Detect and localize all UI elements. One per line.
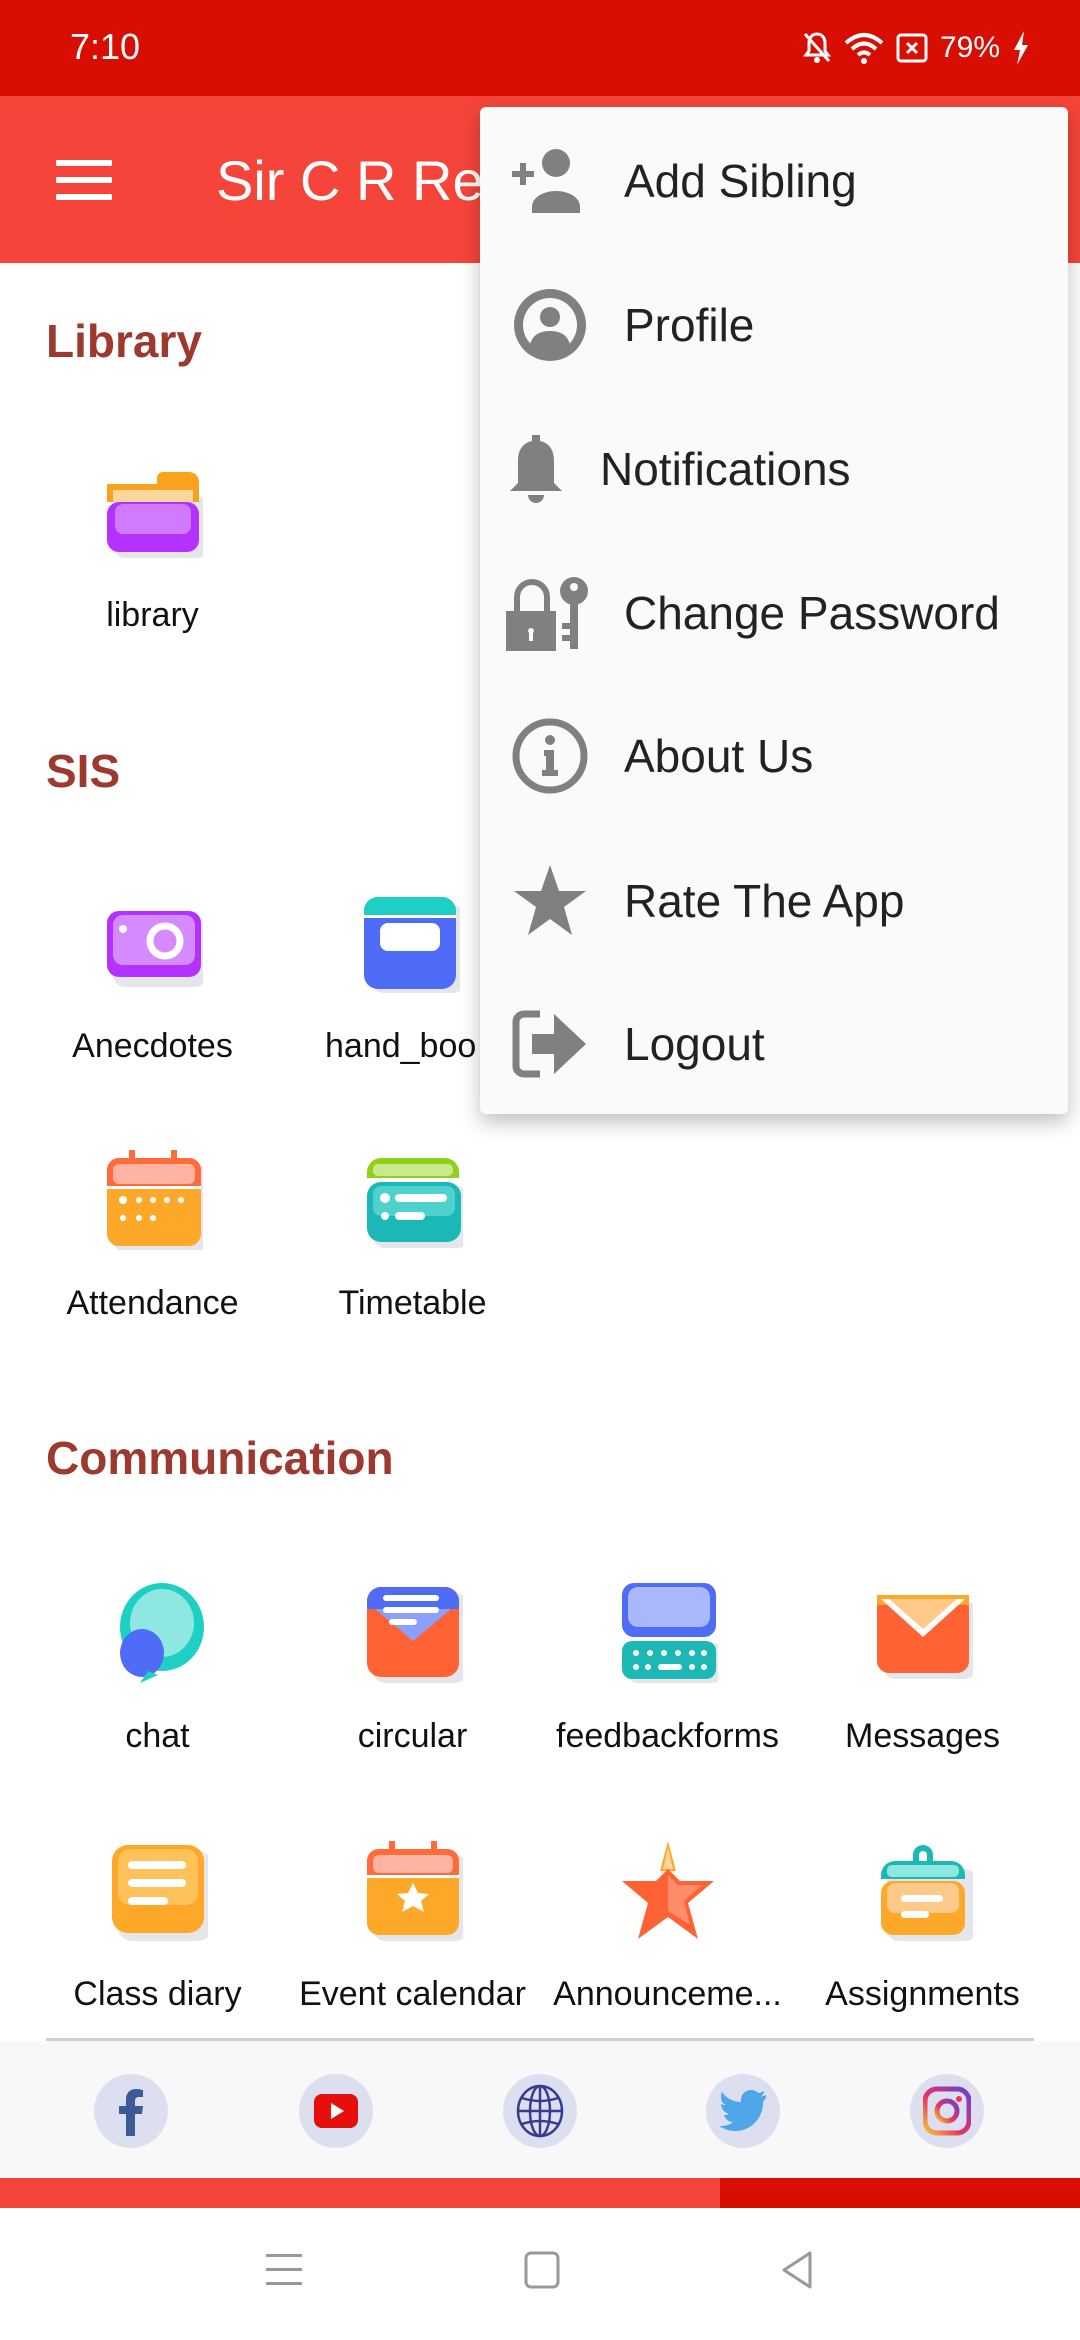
tile-label: chat [125, 1717, 190, 1755]
handbook-icon [360, 893, 466, 993]
circular-icon [363, 1583, 467, 1683]
tile-label: circular [357, 1717, 468, 1755]
menu-item-label: About Us [624, 730, 814, 782]
bottom-accent-bar [0, 2178, 720, 2208]
bell-icon [510, 435, 562, 503]
menu-item-label: Notifications [600, 443, 851, 495]
menu-item-label: Change Password [624, 587, 1000, 639]
overflow-menu: Add Sibling Profile Notifications Change… [480, 107, 1068, 1114]
youtube-icon[interactable] [299, 2074, 373, 2148]
menu-item-notifications[interactable]: Notifications [480, 397, 1068, 541]
recents-icon [266, 2254, 302, 2285]
tile-attendance[interactable]: Attendance [25, 1150, 280, 1323]
tile-library[interactable]: library [25, 462, 280, 635]
camera-icon [103, 893, 207, 993]
add-person-icon [512, 149, 580, 213]
tile-announcements[interactable]: Announceme... [540, 1841, 795, 2014]
tile-messages[interactable]: Messages [795, 1583, 1050, 1756]
tile-label: Attendance [66, 1284, 239, 1322]
instagram-icon[interactable] [910, 2074, 984, 2148]
recents-button[interactable] [264, 2250, 308, 2294]
status-bar: 7:10 79% [0, 0, 1080, 96]
tile-circular[interactable]: circular [285, 1583, 540, 1756]
tile-label: Timetable [338, 1284, 487, 1322]
feedback-icon [618, 1583, 722, 1683]
section-title-sis: SIS [46, 745, 121, 797]
status-time: 7:10 [70, 26, 141, 67]
menu-item-label: Add Sibling [624, 155, 857, 207]
star-icon [514, 865, 586, 935]
home-button[interactable] [522, 2250, 566, 2294]
tile-event-calendar[interactable]: Event calendar [285, 1841, 540, 2014]
tile-label: library [106, 596, 199, 634]
tile-label: feedbackforms [556, 1717, 779, 1755]
tile-anecdotes[interactable]: Anecdotes [25, 893, 280, 1066]
menu-item-change-password[interactable]: Change Password [480, 541, 1068, 685]
hamburger-icon[interactable] [56, 160, 112, 200]
bell-muted-icon [802, 32, 831, 63]
tile-hand-book[interactable]: hand_boo [280, 893, 480, 1066]
menu-item-add-sibling[interactable]: Add Sibling [480, 109, 1068, 253]
chat-icon [108, 1583, 208, 1683]
menu-item-label: Logout [624, 1018, 765, 1070]
tile-label: Class diary [73, 1975, 242, 2013]
folder-icon [103, 462, 209, 562]
charging-icon [1014, 31, 1028, 65]
clipboard-icon [873, 1841, 977, 1941]
logout-icon [512, 1010, 586, 1078]
tile-label: Messages [845, 1717, 1000, 1755]
tile-label: Announceme... [553, 1975, 782, 2013]
tile-label: Assignments [825, 1975, 1020, 2013]
bottom-accent-bar-dark [720, 2178, 1080, 2208]
menu-item-profile[interactable]: Profile [480, 253, 1068, 397]
twitter-icon[interactable] [706, 2074, 780, 2148]
battery-percent: 79% [939, 31, 1000, 64]
wifi-icon [844, 33, 884, 64]
tile-label: hand_boo [325, 1027, 477, 1065]
lock-key-icon [506, 577, 588, 651]
announcement-icon [618, 1841, 718, 1941]
tile-chat[interactable]: chat [30, 1583, 285, 1756]
menu-item-label: Rate The App [624, 875, 905, 927]
event-calendar-icon [363, 1841, 467, 1941]
facebook-icon[interactable] [94, 2074, 168, 2148]
menu-item-logout[interactable]: Logout [480, 972, 1068, 1116]
tile-class-diary[interactable]: Class diary [30, 1841, 285, 2014]
home-icon [524, 2251, 560, 2289]
tile-label: Event calendar [299, 1975, 526, 2013]
profile-icon [514, 289, 586, 361]
back-icon [782, 2251, 812, 2289]
menu-item-about-us[interactable]: About Us [480, 684, 1068, 828]
section-title-library: Library [46, 315, 202, 367]
globe-icon[interactable] [503, 2074, 577, 2148]
info-icon [512, 718, 588, 794]
menu-item-label: Profile [624, 299, 755, 351]
tile-feedbackforms[interactable]: feedbackforms [540, 1583, 795, 1756]
tile-timetable[interactable]: Timetable [285, 1150, 540, 1323]
app-title: Sir C R Re [216, 149, 484, 212]
timetable-icon [363, 1150, 469, 1250]
envelope-icon [873, 1583, 977, 1683]
tile-assignments[interactable]: Assignments [795, 1841, 1050, 2014]
calendar-icon [103, 1150, 207, 1252]
diary-icon [108, 1841, 212, 1941]
menu-item-rate-the-app[interactable]: Rate The App [480, 829, 1068, 973]
no-sim-icon [896, 33, 928, 63]
back-button[interactable] [778, 2250, 822, 2294]
status-icons: 79% [802, 28, 1030, 68]
tile-label: Anecdotes [72, 1027, 233, 1065]
section-title-communication: Communication [46, 1432, 394, 1484]
